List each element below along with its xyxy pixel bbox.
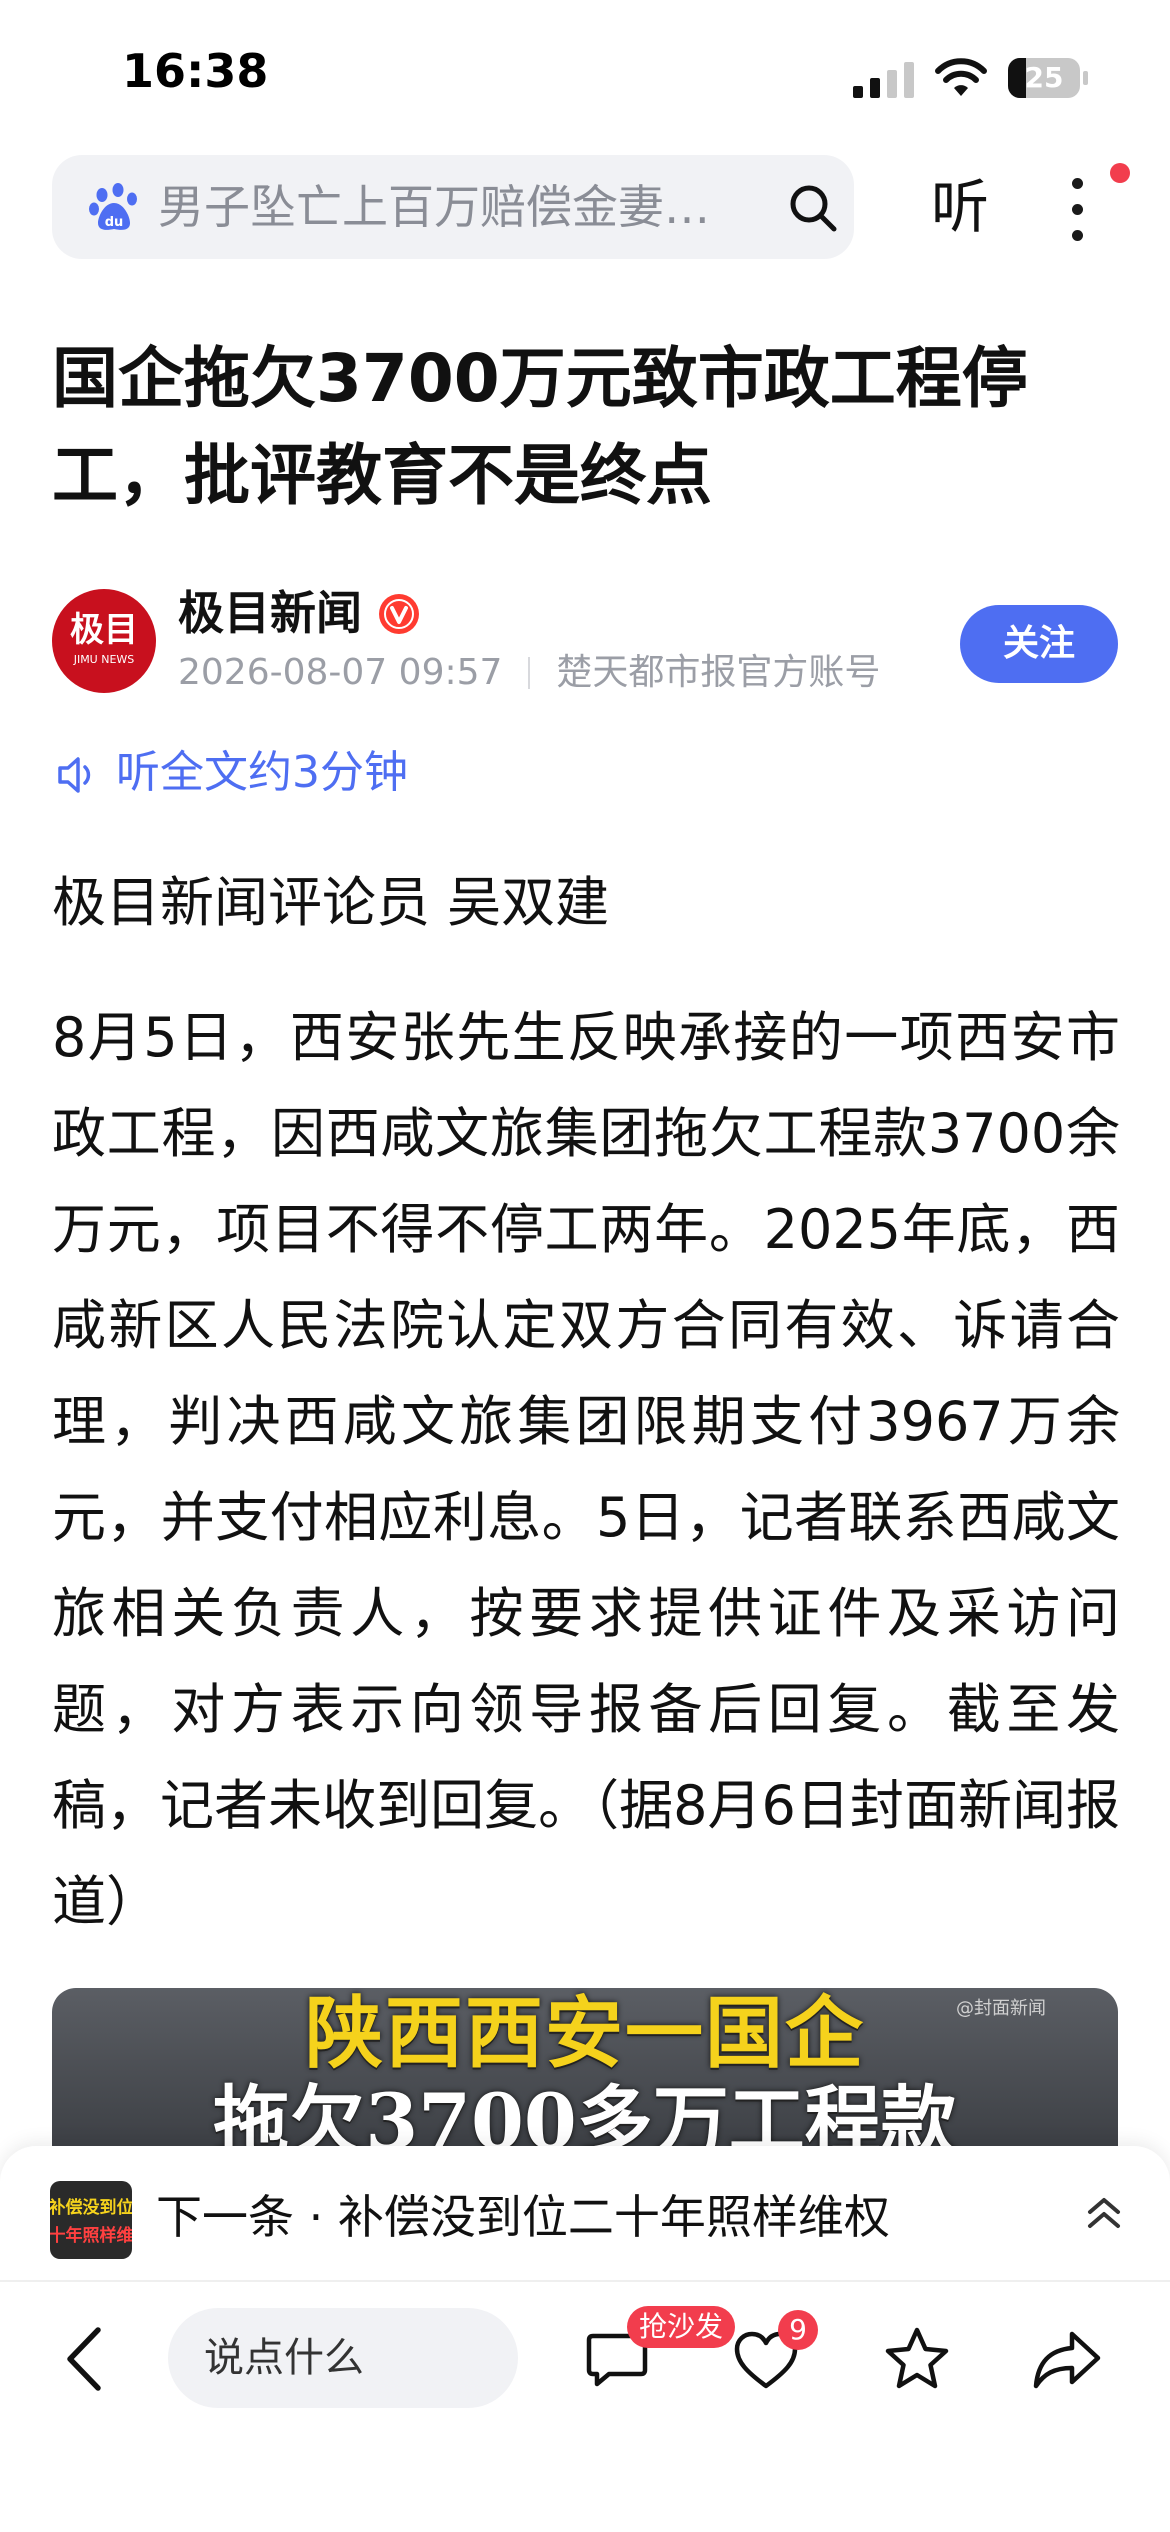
publish-date: 2026-08-07 09:57 bbox=[178, 652, 503, 693]
search-bar[interactable]: du 男子坠亡上百万赔偿金妻… bbox=[52, 155, 854, 259]
baidu-paw-icon: du bbox=[89, 183, 137, 230]
search-query[interactable]: 男子坠亡上百万赔偿金妻… bbox=[158, 181, 798, 233]
wifi-icon bbox=[935, 58, 987, 96]
thumbnail-text-line1: 补偿没到位 bbox=[50, 2198, 132, 2218]
share-icon[interactable] bbox=[1032, 2328, 1102, 2390]
status-time: 16:38 bbox=[122, 44, 269, 98]
bottom-toolbar: 说点什么 抢沙发 9 bbox=[0, 2282, 1170, 2532]
battery-icon: 25 bbox=[1008, 58, 1088, 98]
next-article-bar[interactable]: 补偿没到位 十年照样维 下一条 · 补偿没到位二十年照样维权 bbox=[0, 2146, 1170, 2282]
sofa-badge: 抢沙发 bbox=[627, 2306, 736, 2348]
video-watermark: @封面新闻 bbox=[956, 1998, 1046, 2019]
search-icon[interactable] bbox=[787, 182, 839, 234]
author-avatar[interactable]: 极目 JIMU NEWS bbox=[52, 589, 156, 693]
avatar-logo-text: 极目 bbox=[70, 610, 138, 650]
svg-text:du: du bbox=[105, 215, 124, 230]
article-meta: 2026-08-07 09:57 楚天都市报官方账号 bbox=[178, 651, 880, 695]
author-row: 极目 JIMU NEWS 极目新闻 2026-08-07 09:57 楚天都市报官… bbox=[52, 585, 1122, 705]
listen-duration-label: 听全文约3分钟 bbox=[116, 747, 408, 798]
status-bar: 16:38 25 bbox=[0, 0, 1170, 150]
notification-dot bbox=[1110, 163, 1130, 183]
star-icon[interactable] bbox=[883, 2326, 951, 2392]
more-options-icon[interactable] bbox=[1060, 170, 1094, 250]
back-arrow-icon[interactable] bbox=[60, 2324, 110, 2394]
avatar-logo-subtext: JIMU NEWS bbox=[73, 653, 135, 666]
author-name[interactable]: 极目新闻 bbox=[178, 585, 362, 641]
video-caption-line2: 拖欠3700多万工程款 bbox=[213, 2077, 957, 2148]
speaker-icon bbox=[58, 757, 91, 793]
battery-level: 25 bbox=[1024, 61, 1064, 94]
signal-icon bbox=[853, 62, 914, 98]
account-source: 楚天都市报官方账号 bbox=[556, 652, 881, 693]
next-article-thumbnail: 补偿没到位 十年照样维 bbox=[50, 2181, 132, 2259]
article-byline: 极目新闻评论员 吴双建 bbox=[52, 871, 610, 934]
verified-badge-icon bbox=[379, 594, 419, 634]
video-preview[interactable]: 陕西西安一国企 拖欠3700多万工程款 @封面新闻 bbox=[52, 1988, 1118, 2148]
article-paragraph: 8月5日，西安张先生反映承接的一项西安市政工程，因西咸文旅集团拖欠工程款3700… bbox=[52, 1006, 1120, 1933]
listen-button[interactable]: 听 bbox=[925, 170, 995, 244]
chevron-up-icon[interactable] bbox=[1082, 2192, 1126, 2236]
article-title: 国企拖欠3700万元致市政工程停工，批评教育不是终点 bbox=[52, 340, 1028, 514]
next-article-title: 下一条 · 补偿没到位二十年照样维权 bbox=[156, 2190, 890, 2244]
comment-input[interactable]: 说点什么 bbox=[168, 2308, 518, 2408]
like-count-badge: 9 bbox=[778, 2310, 818, 2350]
follow-button[interactable]: 关注 bbox=[960, 605, 1118, 683]
comment-placeholder: 说点什么 bbox=[204, 2335, 364, 2381]
thumbnail-text-line2: 十年照样维 bbox=[50, 2226, 132, 2246]
